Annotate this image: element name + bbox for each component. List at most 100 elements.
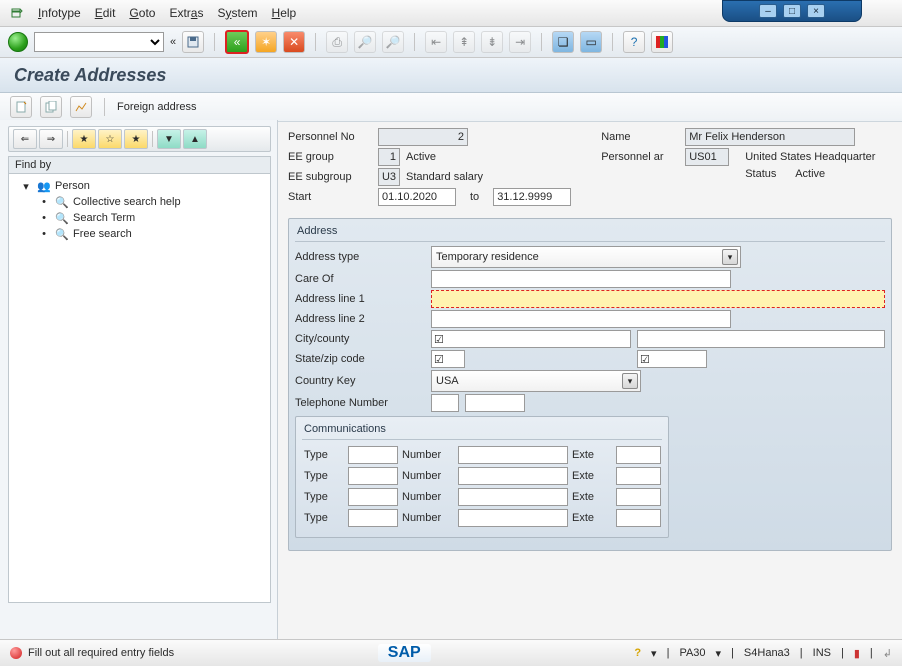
address-type-select[interactable]: Temporary residence ▾ — [431, 246, 741, 268]
minimize-button[interactable]: – — [759, 4, 777, 18]
shortcut-button[interactable]: ▭ — [580, 31, 602, 53]
comm-ext-field[interactable] — [616, 446, 661, 464]
comm-type-field[interactable] — [348, 446, 398, 464]
personnel-no-field[interactable]: 2 — [378, 128, 468, 146]
overview-button[interactable] — [70, 96, 92, 118]
zip-field[interactable]: ☑ — [637, 350, 707, 368]
back-button[interactable]: « — [225, 30, 249, 54]
copy-button[interactable] — [40, 96, 62, 118]
city-label: City/county — [295, 333, 425, 345]
comm-ext-field[interactable] — [616, 509, 661, 527]
personnel-area-text: United States Headquarter — [745, 151, 875, 163]
enter-button[interactable] — [8, 32, 28, 52]
fav-del-button[interactable]: ★ — [124, 129, 148, 149]
careof-field[interactable] — [431, 270, 731, 288]
fav-button[interactable]: ☆ — [98, 129, 122, 149]
help-button[interactable]: ? — [623, 31, 645, 53]
comm-ext-field[interactable] — [616, 467, 661, 485]
tree-node-freesearch[interactable]: • 🔍 Free search — [15, 226, 264, 242]
comm-type-field[interactable] — [348, 509, 398, 527]
tree-label: Free search — [73, 228, 132, 240]
ee-group-field: 1 — [378, 148, 400, 166]
transaction-code[interactable]: PA30 — [679, 647, 705, 659]
cancel-button[interactable]: ✕ — [283, 31, 305, 53]
comm-ext-field[interactable] — [616, 488, 661, 506]
end-date-field[interactable]: 31.12.9999 — [493, 188, 571, 206]
new-session-button[interactable]: ❏ — [552, 31, 574, 53]
first-page-button[interactable]: ⇤ — [425, 31, 447, 53]
foreign-address-link[interactable]: Foreign address — [117, 101, 197, 113]
required-check-icon: ☑ — [434, 353, 444, 366]
nav-forward-button[interactable]: ⇒ — [39, 129, 63, 149]
bullet-icon: • — [37, 211, 51, 225]
addr1-field[interactable] — [431, 290, 885, 308]
find-by-header: Find by — [8, 156, 271, 174]
menu-infotype[interactable]: Infotype — [38, 6, 81, 21]
tree-label: Person — [55, 180, 90, 192]
comm-type-field[interactable] — [348, 467, 398, 485]
tree-label: Collective search help — [73, 196, 181, 208]
side-nav-toolbar: ⇐ ⇒ ★ ☆ ★ ▼ ▲ — [8, 126, 271, 152]
collapse-button[interactable]: ▲ — [183, 129, 207, 149]
findby-tree[interactable]: ▾ 👥 Person • 🔍 Collective search help • … — [8, 174, 271, 603]
status-graph-icon[interactable]: ▮ — [854, 647, 860, 660]
comm-ext-label: Exte — [572, 449, 612, 461]
command-field[interactable] — [34, 32, 164, 52]
city-field[interactable]: ☑ — [431, 330, 631, 348]
addr2-field[interactable] — [431, 310, 731, 328]
main-area: Personnel No 2 EE group 1 Active EE subg… — [278, 120, 902, 640]
county-field[interactable] — [637, 330, 885, 348]
menu-help[interactable]: Help — [272, 6, 297, 21]
state-field[interactable]: ☑ — [431, 350, 465, 368]
tree-node-searchterm[interactable]: • 🔍 Search Term — [15, 210, 264, 226]
bullet-icon: • — [37, 227, 51, 241]
nav-back-button[interactable]: ⇐ — [13, 129, 37, 149]
menu-goto[interactable]: Goto — [129, 6, 155, 21]
comm-number-field[interactable] — [458, 488, 568, 506]
exit-button[interactable]: ✶ — [255, 31, 277, 53]
menu-extras[interactable]: Extras — [169, 6, 203, 21]
print-button[interactable]: ⎙ — [326, 31, 348, 53]
create-button[interactable] — [10, 96, 32, 118]
save-button[interactable] — [182, 31, 204, 53]
tree-node-person[interactable]: ▾ 👥 Person — [15, 178, 264, 194]
maximize-button[interactable]: □ — [783, 4, 801, 18]
phone-area-field[interactable] — [431, 394, 459, 412]
country-select[interactable]: USA ▾ — [431, 370, 641, 392]
country-label: Country Key — [295, 375, 425, 387]
tree-node-collective[interactable]: • 🔍 Collective search help — [15, 194, 264, 210]
find-next-button[interactable]: 🔎 — [382, 31, 404, 53]
next-page-button[interactable]: ⇟ — [481, 31, 503, 53]
phone-number-field[interactable] — [465, 394, 525, 412]
fav-add-button[interactable]: ★ — [72, 129, 96, 149]
command-field-icon[interactable] — [8, 5, 24, 21]
sidebar: ⇐ ⇒ ★ ☆ ★ ▼ ▲ Find by ▾ 👥 Person • � — [0, 120, 278, 640]
chevron-down-icon: ▾ — [722, 249, 738, 265]
ee-subgroup-label: EE subgroup — [288, 171, 372, 183]
comm-number-field[interactable] — [458, 467, 568, 485]
comm-number-field[interactable] — [458, 446, 568, 464]
last-page-button[interactable]: ⇥ — [509, 31, 531, 53]
start-date-field[interactable]: 01.10.2020 — [378, 188, 456, 206]
insert-mode: INS — [813, 647, 831, 659]
ee-subgroup-text: Standard salary — [406, 171, 483, 183]
help-icon[interactable]: ? — [634, 647, 641, 659]
comm-number-field[interactable] — [458, 509, 568, 527]
layout-button[interactable] — [651, 31, 673, 53]
menu-system[interactable]: System — [217, 6, 257, 21]
status-label: Status — [745, 168, 789, 180]
comm-number-label: Number — [402, 449, 454, 461]
expand-button[interactable]: ▼ — [157, 129, 181, 149]
binoculars-icon: 🔍 — [55, 195, 69, 209]
personnel-area-label: Personnel ar — [601, 151, 679, 163]
menu-edit[interactable]: Edit — [95, 6, 116, 21]
prev-page-button[interactable]: ⇞ — [453, 31, 475, 53]
caret-down-icon: ▾ — [19, 179, 33, 193]
communications-title: Communications — [302, 421, 662, 440]
find-button[interactable]: 🔎 — [354, 31, 376, 53]
close-button[interactable]: × — [807, 4, 825, 18]
comm-type-field[interactable] — [348, 488, 398, 506]
status-arrow-icon[interactable]: ↲ — [883, 647, 892, 660]
address-group-title: Address — [295, 223, 885, 242]
double-left-icon: « — [170, 36, 176, 48]
